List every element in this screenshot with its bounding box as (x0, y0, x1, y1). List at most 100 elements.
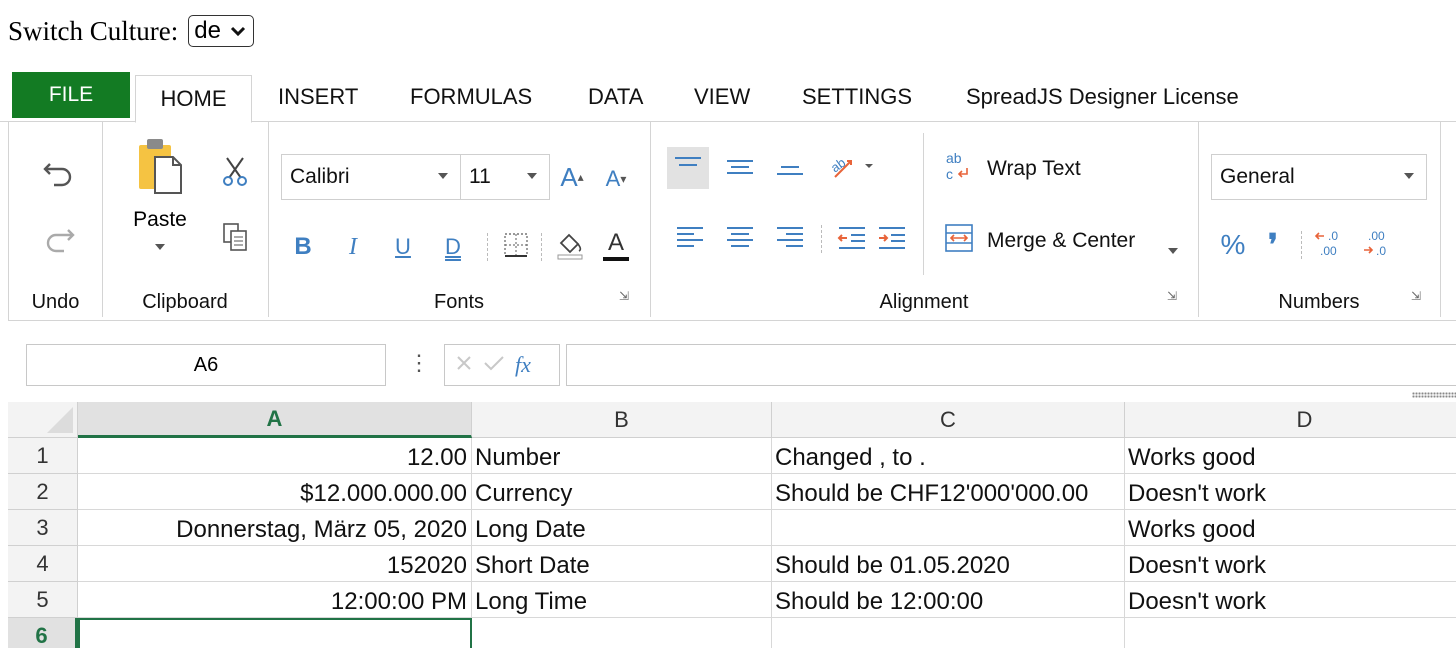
wrap-text-button[interactable]: ab c Wrap Text (945, 149, 1081, 189)
tab-formulas[interactable]: FORMULAS (410, 72, 532, 122)
cell-c4[interactable]: Should be 01.05.2020 (772, 546, 1125, 582)
formula-input[interactable] (566, 344, 1456, 386)
cancel-icon[interactable] (455, 354, 473, 377)
border-button[interactable] (501, 231, 531, 263)
font-name-select[interactable]: Calibri (281, 154, 461, 200)
undo-group-label: Undo (31, 291, 80, 313)
underline-icon: U (395, 234, 411, 259)
decrease-font-icon: A (605, 166, 621, 191)
increase-decimal-button[interactable]: .0.00 (1311, 225, 1351, 265)
cell-b4[interactable]: Short Date (472, 546, 772, 582)
chevron-down-icon (229, 20, 247, 49)
group-divider (1198, 121, 1199, 317)
culture-select[interactable]: de (188, 15, 255, 49)
decrease-indent-button[interactable] (831, 219, 873, 261)
tab-view[interactable]: VIEW (694, 72, 750, 122)
undo-button[interactable] (39, 155, 79, 195)
merge-center-icon (945, 224, 973, 258)
cell-b1[interactable]: Number (472, 438, 772, 474)
cell-a2[interactable]: $12.000.000.00 (78, 474, 472, 510)
cut-button[interactable] (217, 155, 253, 191)
fill-color-button[interactable] (553, 229, 587, 265)
percent-style-button[interactable]: % (1215, 225, 1251, 265)
resize-grip-icon[interactable] (1412, 392, 1456, 398)
decrease-decimal-button[interactable]: .00.0 (1359, 225, 1399, 265)
font-size-select[interactable]: 11 (460, 154, 550, 200)
tab-license[interactable]: SpreadJS Designer License (966, 72, 1239, 122)
name-box[interactable]: A6 (26, 344, 386, 386)
bold-button[interactable]: B (289, 229, 317, 265)
cell-b5[interactable]: Long Time (472, 582, 772, 618)
decrease-indent-icon (837, 225, 867, 256)
row-header-3[interactable]: 3 (8, 510, 78, 546)
function-icon[interactable]: fx (515, 352, 531, 378)
column-header-c[interactable]: C (772, 402, 1125, 438)
fonts-dialog-launcher-icon[interactable]: ⇲ (619, 289, 629, 303)
column-header-b[interactable]: B (472, 402, 772, 438)
comma-style-button[interactable]: ❜ (1259, 225, 1287, 265)
spreadsheet-grid: A B C D 1 12.00 Number Changed , to . Wo… (8, 402, 1456, 648)
redo-button[interactable] (39, 221, 79, 261)
cell-d4[interactable]: Doesn't work (1125, 546, 1456, 582)
font-color-swatch (603, 257, 629, 261)
decrease-decimal-icon: .00.0 (1362, 228, 1396, 263)
caret-down-icon (1167, 237, 1179, 261)
ribbon-tabs: FILE HOME INSERT FORMULAS DATA VIEW SETT… (0, 72, 1456, 123)
row-header-4[interactable]: 4 (8, 546, 78, 582)
row-header-5[interactable]: 5 (8, 582, 78, 618)
cell-d3[interactable]: Works good (1125, 510, 1456, 546)
row-header-6[interactable]: 6 (8, 618, 78, 648)
align-left-button[interactable] (669, 219, 711, 261)
tab-insert[interactable]: INSERT (278, 72, 358, 122)
increase-indent-button[interactable] (871, 219, 913, 261)
align-center-button[interactable] (719, 219, 761, 261)
row-header-2[interactable]: 2 (8, 474, 78, 510)
merge-center-button[interactable]: Merge & Center (945, 221, 1185, 261)
more-icon[interactable]: ⋮ (408, 350, 430, 376)
tab-data[interactable]: DATA (588, 72, 643, 122)
align-bottom-button[interactable] (769, 147, 811, 189)
font-color-button[interactable]: A (599, 227, 633, 265)
cell-a4[interactable]: 152020 (78, 546, 472, 582)
cell-b6[interactable] (472, 618, 772, 648)
tab-home[interactable]: HOME (135, 75, 252, 123)
alignment-dialog-launcher-icon[interactable]: ⇲ (1167, 289, 1177, 303)
check-icon[interactable] (483, 354, 505, 377)
cell-b2[interactable]: Currency (472, 474, 772, 510)
italic-button[interactable]: I (339, 229, 367, 265)
cell-a5[interactable]: 12:00:00 PM (78, 582, 472, 618)
align-middle-button[interactable] (719, 147, 761, 189)
numbers-dialog-launcher-icon[interactable]: ⇲ (1411, 289, 1421, 303)
cell-b3[interactable]: Long Date (472, 510, 772, 546)
align-top-button[interactable] (667, 147, 709, 189)
divider (923, 133, 924, 275)
cell-c2[interactable]: Should be CHF12'000'000.00 (772, 474, 1125, 510)
select-all-corner[interactable] (8, 402, 78, 438)
cell-a1[interactable]: 12.00 (78, 438, 472, 474)
column-header-a[interactable]: A (78, 402, 472, 438)
cell-d6[interactable] (1125, 618, 1456, 648)
decrease-font-button[interactable]: A ▾ (601, 161, 631, 197)
paste-button[interactable]: Paste (127, 135, 193, 267)
column-header-d[interactable]: D (1125, 402, 1456, 438)
underline-button[interactable]: U (389, 229, 417, 265)
cell-d1[interactable]: Works good (1125, 438, 1456, 474)
cell-c6[interactable] (772, 618, 1125, 648)
increase-font-button[interactable]: A ▴ (557, 159, 587, 195)
cell-a3[interactable]: Donnerstag, März 05, 2020 (78, 510, 472, 546)
align-right-button[interactable] (769, 219, 811, 261)
copy-button[interactable] (217, 221, 253, 257)
cell-d5[interactable]: Doesn't work (1125, 582, 1456, 618)
double-underline-button[interactable]: D (439, 229, 467, 265)
cell-c1[interactable]: Changed , to . (772, 438, 1125, 474)
cell-d2[interactable]: Doesn't work (1125, 474, 1456, 510)
cell-a6-active[interactable] (78, 618, 472, 648)
number-format-select[interactable]: General (1211, 154, 1427, 200)
cell-c3[interactable] (772, 510, 1125, 546)
tab-file[interactable]: FILE (12, 72, 130, 118)
orientation-button[interactable]: ab (821, 147, 881, 189)
row-header-1[interactable]: 1 (8, 438, 78, 474)
cell-c5[interactable]: Should be 12:00:00 (772, 582, 1125, 618)
svg-text:ab: ab (828, 154, 848, 175)
tab-settings[interactable]: SETTINGS (802, 72, 912, 122)
